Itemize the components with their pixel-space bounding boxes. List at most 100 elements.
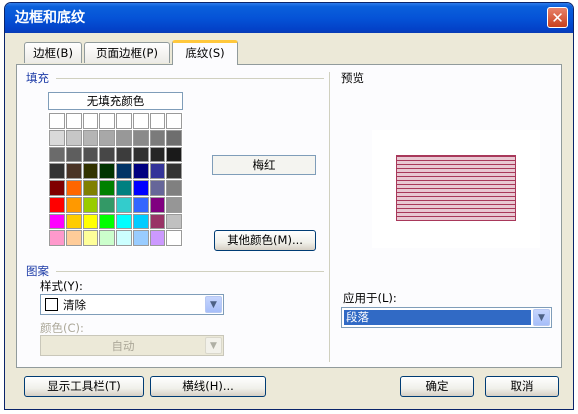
color-swatch[interactable] xyxy=(116,230,132,246)
pattern-group-label: 图案 xyxy=(26,264,49,278)
more-colors-button[interactable]: 其他颜色(M)... xyxy=(214,230,316,251)
color-swatch[interactable] xyxy=(99,213,115,230)
color-swatch[interactable] xyxy=(82,146,99,163)
color-swatch[interactable] xyxy=(149,113,166,129)
color-swatch[interactable] xyxy=(116,146,132,163)
color-swatch[interactable] xyxy=(149,163,166,179)
color-swatch[interactable] xyxy=(65,213,82,230)
color-swatch[interactable] xyxy=(149,196,166,213)
color-swatch[interactable] xyxy=(49,230,65,246)
color-swatch[interactable] xyxy=(65,163,82,179)
color-swatch[interactable] xyxy=(132,163,149,179)
chevron-down-icon: ▼ xyxy=(205,337,222,354)
color-swatch[interactable] xyxy=(82,213,99,230)
window-title: 边框和底纹 xyxy=(15,10,85,26)
color-swatch[interactable] xyxy=(65,113,82,129)
tab-label: 页面边框(P) xyxy=(96,46,158,60)
color-swatch[interactable] xyxy=(132,213,149,230)
color-swatch[interactable] xyxy=(166,196,182,213)
color-swatch[interactable] xyxy=(166,146,182,163)
color-swatch[interactable] xyxy=(166,163,182,179)
no-fill-color-button[interactable]: 无填充颜色 xyxy=(48,92,183,110)
title-bar: 边框和底纹 xyxy=(5,3,573,33)
color-swatch[interactable] xyxy=(132,113,149,129)
color-swatch[interactable] xyxy=(99,129,115,146)
show-toolbar-button[interactable]: 显示工具栏(T) xyxy=(24,376,144,397)
color-swatch[interactable] xyxy=(132,196,149,213)
color-swatch[interactable] xyxy=(99,113,115,129)
color-swatch[interactable] xyxy=(49,163,65,179)
pattern-swatch xyxy=(45,298,58,311)
color-swatch[interactable] xyxy=(99,196,115,213)
color-swatch[interactable] xyxy=(132,146,149,163)
color-swatch[interactable] xyxy=(149,213,166,230)
color-swatch[interactable] xyxy=(99,163,115,179)
color-swatch[interactable] xyxy=(65,129,82,146)
apply-to-label: 应用于(L): xyxy=(343,291,397,305)
style-label: 样式(Y): xyxy=(40,279,83,293)
preview-separator xyxy=(329,72,330,362)
close-button[interactable]: ✕ xyxy=(547,7,568,28)
color-swatch[interactable] xyxy=(166,129,182,146)
color-swatch[interactable] xyxy=(65,146,82,163)
color-swatch[interactable] xyxy=(49,213,65,230)
cancel-button[interactable]: 取消 xyxy=(485,376,559,397)
color-value: 自动 xyxy=(111,339,135,353)
tab-page-border[interactable]: 页面边框(P) xyxy=(84,42,170,63)
color-swatch[interactable] xyxy=(99,180,115,196)
color-swatch[interactable] xyxy=(65,196,82,213)
color-swatch[interactable] xyxy=(82,113,99,129)
color-swatch[interactable] xyxy=(132,129,149,146)
tab-shading[interactable]: 底纹(S) xyxy=(172,40,238,65)
color-swatch[interactable] xyxy=(116,113,132,129)
color-swatch[interactable] xyxy=(82,196,99,213)
color-swatch[interactable] xyxy=(65,230,82,246)
color-swatch[interactable] xyxy=(99,146,115,163)
color-swatch[interactable] xyxy=(116,129,132,146)
color-swatch[interactable] xyxy=(116,213,132,230)
color-swatch[interactable] xyxy=(116,196,132,213)
color-swatch[interactable] xyxy=(166,180,182,196)
color-swatch[interactable] xyxy=(49,129,65,146)
color-swatch[interactable] xyxy=(99,230,115,246)
color-select: 自动 ▼ xyxy=(40,335,224,356)
color-swatch[interactable] xyxy=(82,129,99,146)
horizontal-line-button[interactable]: 横线(H)... xyxy=(150,376,266,397)
color-swatch[interactable] xyxy=(149,129,166,146)
color-swatch[interactable] xyxy=(82,163,99,179)
color-swatch[interactable] xyxy=(166,230,182,246)
color-swatch[interactable] xyxy=(116,180,132,196)
chevron-down-icon[interactable]: ▼ xyxy=(205,296,222,313)
color-swatch[interactable] xyxy=(116,163,132,179)
color-swatch[interactable] xyxy=(132,230,149,246)
tab-label: 底纹(S) xyxy=(185,46,225,60)
tab-borders[interactable]: 边框(B) xyxy=(24,42,82,63)
chevron-down-icon[interactable]: ▼ xyxy=(533,309,550,326)
color-palette xyxy=(48,112,183,247)
color-swatch[interactable] xyxy=(49,146,65,163)
preview-label: 预览 xyxy=(341,71,364,85)
color-swatch[interactable] xyxy=(166,113,182,129)
style-select[interactable]: 清除 ▼ xyxy=(40,294,224,315)
selected-color-name: 梅红 xyxy=(212,155,316,175)
fill-group-divider xyxy=(56,78,324,79)
ok-button[interactable]: 确定 xyxy=(400,376,474,397)
pattern-group-divider xyxy=(56,271,324,272)
color-label: 颜色(C): xyxy=(40,321,84,335)
preview-shading-sample xyxy=(396,155,516,221)
color-swatch[interactable] xyxy=(149,146,166,163)
color-swatch[interactable] xyxy=(132,180,149,196)
color-swatch[interactable] xyxy=(65,180,82,196)
color-swatch[interactable] xyxy=(149,230,166,246)
color-swatch[interactable] xyxy=(49,113,65,129)
tab-label: 边框(B) xyxy=(33,46,73,60)
color-swatch[interactable] xyxy=(49,180,65,196)
apply-to-select[interactable]: 段落 ▼ xyxy=(341,307,552,328)
style-value: 清除 xyxy=(63,298,86,312)
color-swatch[interactable] xyxy=(166,213,182,230)
color-swatch[interactable] xyxy=(82,180,99,196)
color-swatch[interactable] xyxy=(49,196,65,213)
close-icon: ✕ xyxy=(551,9,564,27)
color-swatch[interactable] xyxy=(82,230,99,246)
color-swatch[interactable] xyxy=(149,180,166,196)
